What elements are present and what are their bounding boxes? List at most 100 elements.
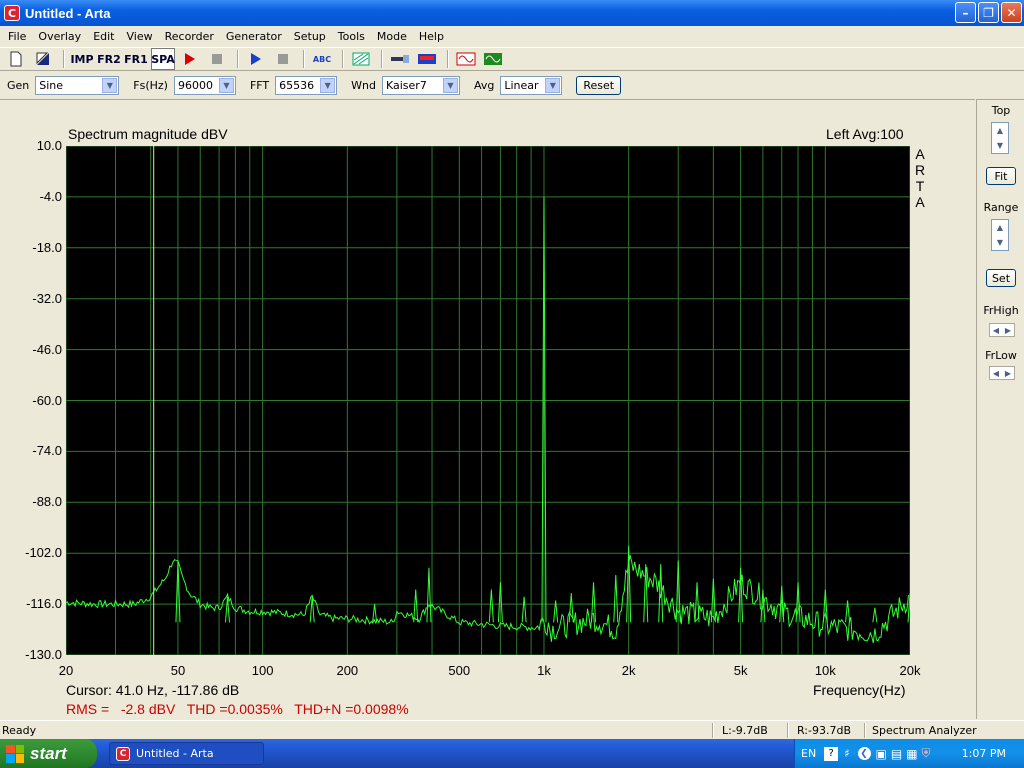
chevron-down-icon[interactable]: ▼ [320,77,336,93]
toolbar-separator [63,50,65,68]
security-shield-icon[interactable]: ⛨ [922,746,931,761]
system-tray: EN ? ♯ ❮ ▣ ▤ ▦ ⛨ 1:07 PM [794,739,1024,768]
menu-overlay[interactable]: Overlay [32,30,87,43]
avg-label: Avg [473,78,495,92]
frlow-spinner[interactable]: ◀ ▶ [989,366,1015,380]
measurement-readout: RMS = -2.8 dBV THD =0.0035% THD+N =0.009… [66,701,409,717]
edit-icon[interactable] [31,48,55,70]
menu-view[interactable]: View [121,30,159,43]
record-play-icon[interactable] [178,48,202,70]
impulse-mode-button[interactable]: IMP [70,48,94,70]
menu-file[interactable]: File [2,30,32,43]
top-spinner[interactable]: ▲ ▼ [991,122,1009,154]
language-indicator[interactable]: EN [801,747,816,760]
minimize-button[interactable]: – [955,2,976,23]
new-file-icon[interactable] [4,48,28,70]
range-label: Range [983,201,1019,214]
x-tick-label: 200 [336,663,359,678]
reset-button[interactable]: Reset [576,75,622,95]
spectrum-plot[interactable] [66,146,910,655]
annotate-icon[interactable]: ABC [310,48,334,70]
menu-tools[interactable]: Tools [332,30,371,43]
frhigh-label: FrHigh [983,304,1019,317]
maximize-button[interactable]: ❐ [978,2,999,23]
fft-size-select[interactable]: 65536 ▼ [275,75,338,95]
close-button[interactable]: ✕ [1001,2,1022,23]
generator-play-icon[interactable] [244,48,268,70]
x-tick-label: 10k [814,663,836,678]
help-icon[interactable]: ? [824,746,839,761]
frhigh-spinner[interactable]: ◀ ▶ [989,323,1015,337]
speaker-icon[interactable]: ♯ [844,747,849,760]
x-tick-label: 20k [899,663,921,678]
taskbar: start C Untitled - Arta EN ? ♯ ❮ ▣ ▤ ▦ ⛨… [0,739,1024,768]
top-label: Top [991,104,1011,117]
up-arrow-icon: ▲ [996,126,1004,135]
generator-select[interactable]: Sine ▼ [35,75,120,95]
scope-icon[interactable] [481,48,505,70]
down-arrow-icon: ▼ [996,238,1004,247]
folder-icon[interactable]: ▦ [906,747,917,761]
menu-edit[interactable]: Edit [87,30,120,43]
fit-button[interactable]: Fit [986,167,1016,185]
record-stop-icon[interactable] [205,48,229,70]
sample-rate-select[interactable]: 96000 ▼ [173,75,236,95]
status-mode: Spectrum Analyzer [872,724,977,737]
x-tick-label: 50 [170,663,186,678]
window-label: Wnd [351,78,376,92]
chevron-down-icon[interactable]: ▼ [545,77,561,93]
range-spinner[interactable]: ▲ ▼ [991,219,1009,251]
clock: 1:07 PM [961,747,1006,760]
x-tick-label: 100 [251,663,274,678]
calibration-icon[interactable] [388,48,412,70]
y-tick-label: -88.0 [32,494,62,510]
plot-title: Spectrum magnitude dBV [68,126,228,142]
set-button[interactable]: Set [986,269,1016,287]
menu-bar: File Overlay Edit View Recorder Generato… [0,26,1024,46]
menu-setup[interactable]: Setup [288,30,332,43]
signal-generator-icon[interactable] [454,48,478,70]
start-button[interactable]: start [0,739,97,768]
left-arrow-icon: ◀ [992,325,1000,335]
menu-recorder[interactable]: Recorder [159,30,220,43]
chevron-left-icon[interactable]: ❮ [857,747,871,760]
audio-device-icon[interactable] [415,48,439,70]
network-icon[interactable]: ▣ [876,747,887,761]
window-title: Untitled - Arta [25,5,111,21]
channel-avg-label: Left Avg:100 [826,126,904,142]
x-tick-label: 5k [733,663,748,678]
right-arrow-icon: ▶ [1004,325,1012,335]
status-bar: Ready L:-9.7dB R:-93.7dB Spectrum Analyz… [0,720,1024,739]
chevron-down-icon[interactable]: ▼ [218,77,234,93]
x-tick-label: 20 [58,663,74,678]
toolbar: IMP FR2 FR1 SPA ABC [0,47,1024,71]
fr2-mode-button[interactable]: FR2 [97,48,121,70]
arta-app-icon[interactable]: C [4,5,20,21]
menu-mode[interactable]: Mode [371,30,413,43]
measurement-controls: Gen Sine ▼ Fs(Hz) 96000 ▼ FFT 65536 ▼ Wnd K… [0,73,1024,97]
menu-generator[interactable]: Generator [220,30,288,43]
averaging-select[interactable]: Linear ▼ [500,75,563,95]
x-tick-label: 500 [448,663,471,678]
chevron-down-icon[interactable]: ▼ [442,77,458,93]
y-tick-label: 10.0 [36,138,62,153]
generator-stop-icon[interactable] [271,48,295,70]
y-tick-label: -130.0 [25,647,62,662]
side-panel: Top ▲ ▼ Fit Range ▲ ▼ Set FrHigh ◀ ▶ FrLow … [976,99,1024,719]
cursor-readout: Cursor: 41.0 Hz, -117.86 dB [66,682,240,698]
status-right-level: R:-93.7dB [797,724,852,737]
status-ready: Ready [2,724,37,737]
monitor-icon[interactable]: ▤ [891,747,902,761]
y-tick-label: -60.0 [32,392,62,408]
y-tick-label: -74.0 [32,443,62,459]
menu-help[interactable]: Help [413,30,450,43]
windows-logo-icon [6,744,24,763]
overlay-icon[interactable] [349,48,373,70]
window-select[interactable]: Kaiser7 ▼ [381,75,460,95]
fr1-mode-button[interactable]: FR1 [124,48,148,70]
y-tick-label: -102.0 [25,545,62,561]
chevron-down-icon[interactable]: ▼ [102,77,118,93]
y-tick-label: -46.0 [32,341,62,357]
taskbar-item-arta[interactable]: C Untitled - Arta [109,742,264,765]
spa-mode-button[interactable]: SPA [151,48,175,70]
